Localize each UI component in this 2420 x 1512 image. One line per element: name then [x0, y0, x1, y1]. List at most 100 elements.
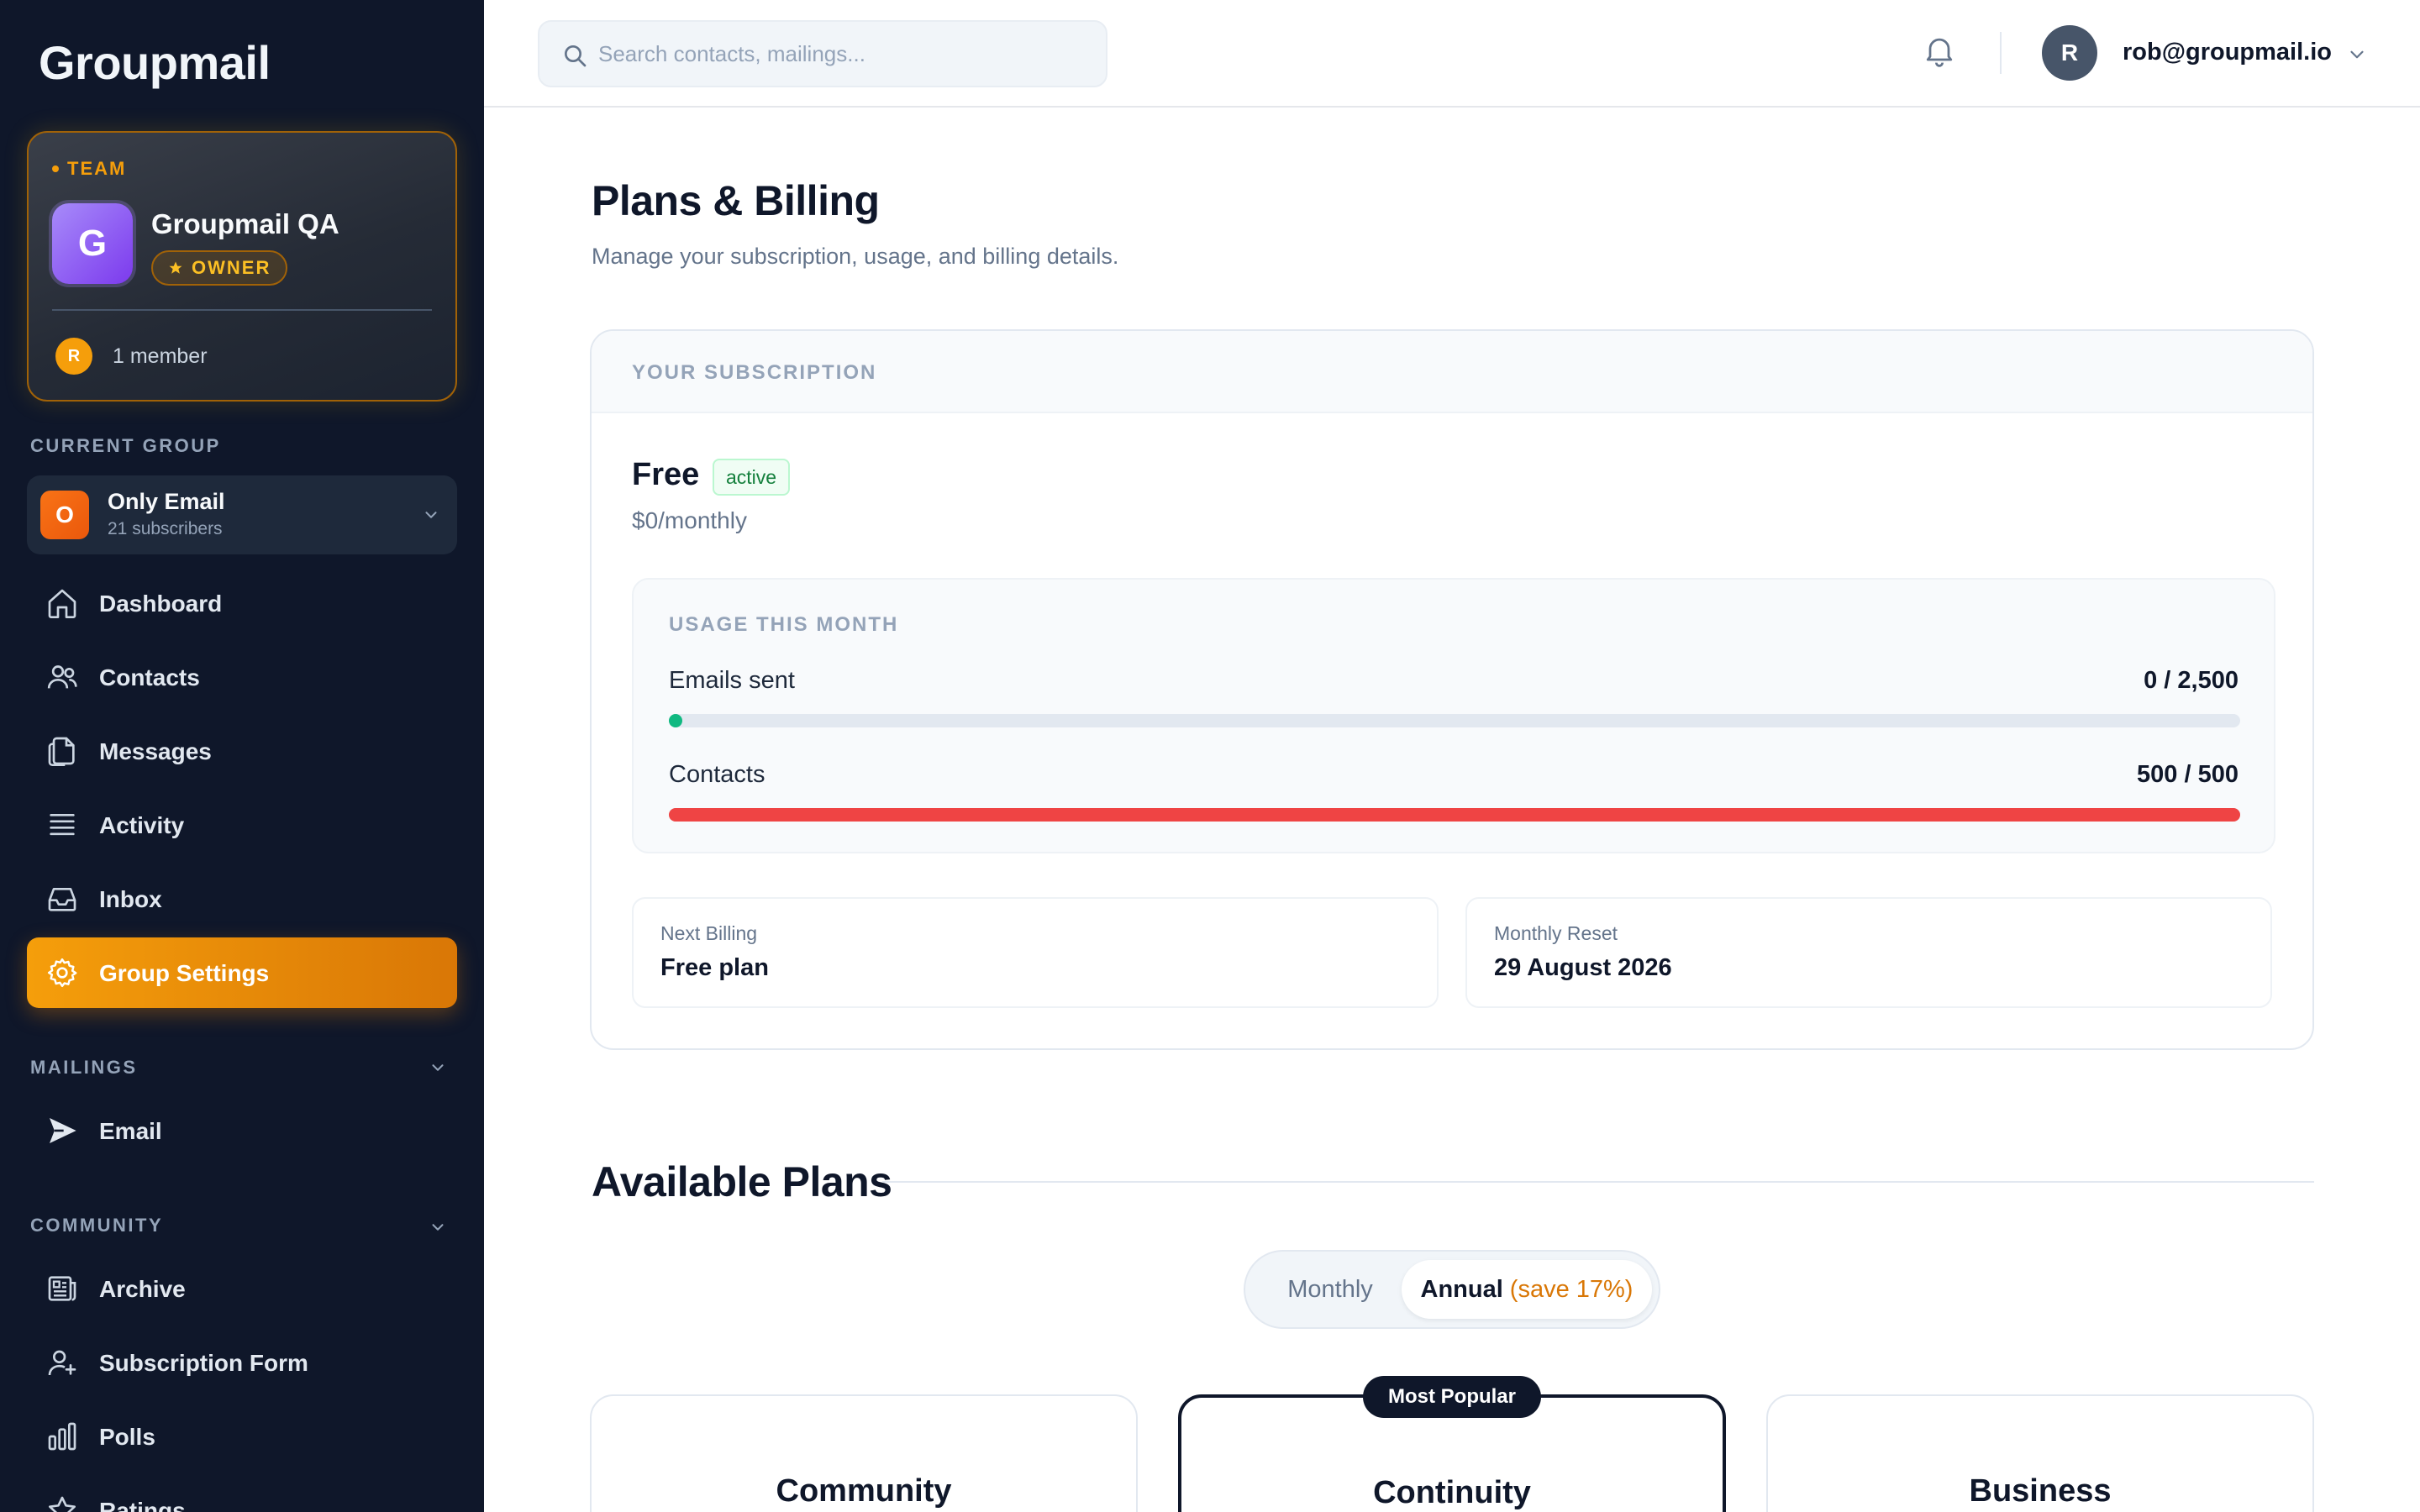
usage-title: USAGE THIS MONTH	[669, 613, 899, 636]
current-plan-price: $0/monthly	[632, 507, 747, 533]
monthly-reset-label: Monthly Reset	[1494, 922, 1618, 944]
nav-ratings[interactable]: Ratings	[27, 1475, 457, 1512]
member-avatar: R	[55, 338, 92, 375]
send-icon	[50, 1118, 76, 1143]
next-billing-label: Next Billing	[660, 922, 758, 944]
team-card[interactable]: TEAM G Groupmail QA OWNER R 1 member	[27, 131, 457, 402]
team-name: Groupmail QA	[151, 208, 339, 239]
subscription-header-label: YOUR SUBSCRIPTION	[632, 361, 877, 384]
nav-activity[interactable]: Activity	[27, 790, 457, 860]
nav-polls[interactable]: Polls	[27, 1401, 457, 1472]
monthly-reset-box: Monthly Reset 29 August 2026	[1465, 897, 2272, 1008]
nav-contacts-label: Contacts	[99, 664, 200, 690]
star-icon	[49, 1496, 76, 1512]
plan-card-title: Business	[1969, 1473, 2112, 1509]
current-group-label: CURRENT GROUP	[30, 435, 221, 456]
contacts-progress-track	[669, 808, 2240, 822]
gear-icon	[47, 958, 77, 988]
current-plan-name: Free	[632, 457, 700, 492]
contacts-usage-value: 500 / 500	[2137, 761, 2238, 788]
usage-panel: USAGE THIS MONTH Emails sent 0 / 2,500 C…	[632, 578, 2275, 853]
mailings-section-label[interactable]: MAILINGS	[30, 1057, 138, 1079]
community-section-label[interactable]: COMMUNITY	[30, 1215, 163, 1236]
emails-sent-value: 0 / 2,500	[2144, 667, 2238, 694]
search-input[interactable]	[598, 22, 1094, 86]
nav-dashboard[interactable]: Dashboard	[27, 568, 457, 638]
nav-messages[interactable]: Messages	[27, 716, 457, 786]
nav-subscription-form-label: Subscription Form	[99, 1350, 308, 1376]
nav-dashboard-label: Dashboard	[99, 591, 223, 617]
team-tag: TEAM	[52, 158, 126, 180]
team-dot-icon	[52, 165, 59, 172]
bar-chart-icon	[48, 1422, 76, 1451]
status-badge: active	[713, 459, 791, 496]
search-icon	[565, 45, 587, 67]
plan-card-community[interactable]: Community	[590, 1394, 1138, 1512]
owner-badge: OWNER	[151, 250, 288, 286]
plan-card-title: Community	[776, 1473, 952, 1509]
section-divider	[882, 1181, 2314, 1183]
group-selector[interactable]: O Only Email 21 subscribers	[27, 475, 457, 554]
plan-card-business[interactable]: Business	[1766, 1394, 2314, 1512]
chevron-down-icon[interactable]	[429, 1218, 447, 1236]
contacts-usage-label: Contacts	[669, 761, 765, 788]
chevron-down-icon[interactable]	[429, 1058, 447, 1077]
subscription-card: YOUR SUBSCRIPTION Free active $0/monthly…	[590, 329, 2314, 1050]
group-subscribers: 21 subscribers	[108, 519, 223, 538]
next-billing-value: Free plan	[660, 954, 769, 981]
nav-group-settings[interactable]: Group Settings	[27, 937, 457, 1008]
subscription-card-header: YOUR SUBSCRIPTION	[592, 331, 2312, 413]
chevron-down-icon[interactable]	[2346, 44, 2368, 66]
nav-group-settings-label: Group Settings	[99, 960, 270, 986]
group-name: Only Email	[108, 489, 225, 514]
annual-option-label: Annual	[1420, 1275, 1503, 1303]
nav-ratings-label: Ratings	[99, 1498, 186, 1512]
newspaper-icon	[48, 1276, 76, 1301]
most-popular-badge: Most Popular	[1363, 1376, 1541, 1418]
documents-icon	[48, 737, 75, 766]
annual-savings-label: (save 17%)	[1509, 1275, 1634, 1303]
member-count: 1 member	[113, 344, 208, 368]
nav-archive-label: Archive	[99, 1276, 186, 1302]
topbar-divider	[2000, 32, 2002, 74]
annual-option[interactable]: Annual (save 17%)	[1402, 1260, 1652, 1319]
page-title: Plans & Billing	[592, 177, 880, 224]
available-plans-title: Available Plans	[592, 1158, 892, 1205]
app-logo[interactable]: Groupmail	[39, 35, 271, 90]
nav-inbox-label: Inbox	[99, 886, 162, 912]
emails-sent-label: Emails sent	[669, 667, 795, 694]
team-divider	[52, 309, 432, 311]
emails-progress-fill	[669, 714, 682, 727]
home-icon	[48, 589, 76, 618]
bell-icon[interactable]	[1921, 32, 1958, 69]
nav-subscription-form[interactable]: Subscription Form	[27, 1327, 457, 1398]
user-avatar[interactable]: R	[2042, 25, 2097, 81]
nav-email[interactable]: Email	[27, 1095, 457, 1166]
users-icon	[47, 665, 77, 689]
monthly-reset-value: 29 August 2026	[1494, 954, 1672, 981]
topbar: R rob@groupmail.io	[484, 0, 2420, 108]
monthly-option[interactable]: Monthly	[1255, 1260, 1405, 1319]
billing-period-toggle: Monthly Annual (save 17%)	[1244, 1250, 1660, 1329]
nav-messages-label: Messages	[99, 738, 212, 764]
next-billing-box: Next Billing Free plan	[632, 897, 1439, 1008]
nav-inbox[interactable]: Inbox	[27, 864, 457, 934]
team-avatar: G	[52, 203, 133, 284]
user-plus-icon	[48, 1350, 76, 1376]
nav-contacts[interactable]: Contacts	[27, 642, 457, 712]
sidebar: Groupmail TEAM G Groupmail QA OWNER R 1 …	[0, 0, 484, 1512]
user-email[interactable]: rob@groupmail.io	[2123, 39, 2332, 66]
nav-archive[interactable]: Archive	[27, 1253, 457, 1324]
emails-progress-track	[669, 714, 2240, 727]
nav-polls-label: Polls	[99, 1424, 155, 1450]
team-tag-label: TEAM	[67, 158, 127, 179]
contacts-progress-fill	[669, 808, 2240, 822]
nav-email-label: Email	[99, 1118, 162, 1144]
page-subtitle: Manage your subscription, usage, and bil…	[592, 244, 1119, 269]
nav-activity-label: Activity	[99, 812, 185, 838]
search-box[interactable]	[538, 20, 1107, 87]
plan-card-title: Continuity	[1373, 1475, 1531, 1510]
star-icon	[169, 261, 182, 274]
chevron-down-icon	[425, 512, 437, 518]
list-icon	[50, 814, 75, 836]
